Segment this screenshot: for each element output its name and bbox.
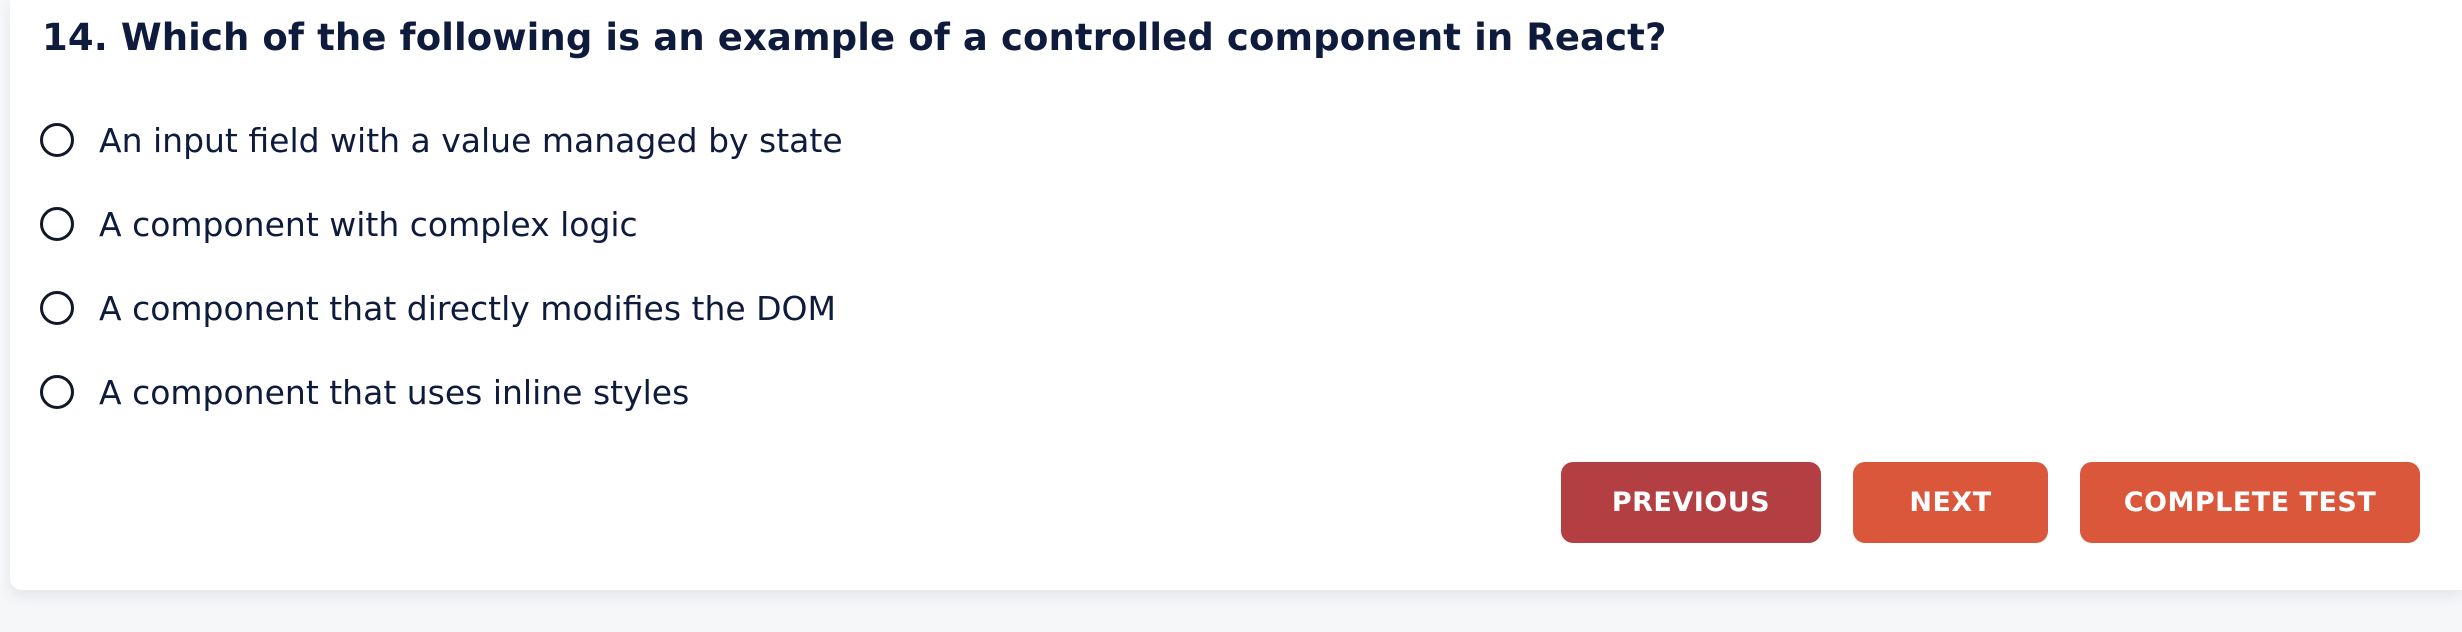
question-card: 14. Which of the following is an example… [10, 0, 2462, 590]
radio-button[interactable] [40, 123, 74, 157]
answer-option-1[interactable]: An input field with a value managed by s… [40, 110, 843, 170]
radio-button[interactable] [40, 375, 74, 409]
next-button[interactable]: NEXT [1853, 462, 2048, 543]
answer-option-2[interactable]: A component with complex logic [40, 194, 843, 254]
previous-button[interactable]: PREVIOUS [1561, 462, 1821, 543]
navigation-actions: PREVIOUS NEXT COMPLETE TEST [1561, 462, 2420, 543]
complete-test-button[interactable]: COMPLETE TEST [2080, 462, 2420, 543]
answer-option-4[interactable]: A component that uses inline styles [40, 362, 843, 422]
question-title: 14. Which of the following is an example… [42, 16, 1667, 59]
answer-options: An input field with a value managed by s… [40, 110, 843, 446]
radio-button[interactable] [40, 207, 74, 241]
answer-option-label: A component that uses inline styles [99, 372, 690, 412]
radio-button[interactable] [40, 291, 74, 325]
answer-option-label: An input field with a value managed by s… [99, 120, 843, 160]
answer-option-label: A component that directly modifies the D… [99, 288, 837, 328]
answer-option-3[interactable]: A component that directly modifies the D… [40, 278, 843, 338]
answer-option-label: A component with complex logic [99, 204, 638, 244]
